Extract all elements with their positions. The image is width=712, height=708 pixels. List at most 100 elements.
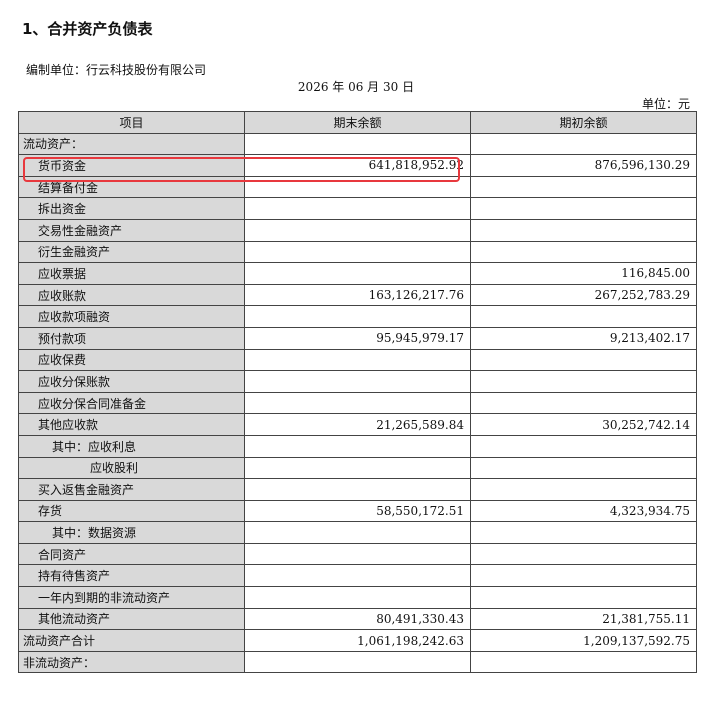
header-beginning-balance: 期初余额 xyxy=(470,111,697,134)
row-label: 其中：数据资源 xyxy=(18,521,245,544)
row-label: 结算备付金 xyxy=(18,175,245,199)
beginning-balance-cell: 116,845.00 xyxy=(470,262,697,285)
beginning-balance-cell: 876,596,130.29 xyxy=(470,154,697,177)
table-row: 应收款项融资 xyxy=(18,305,697,328)
beginning-balance-cell xyxy=(470,391,697,415)
table-row: 应收保费 xyxy=(18,348,697,372)
beginning-balance-cell: 21,381,755.11 xyxy=(470,607,697,631)
ending-balance-cell xyxy=(244,478,471,501)
ending-balance-cell: 80,491,330.43 xyxy=(244,607,471,631)
table-header-row: 项目 期末余额 期初余额 xyxy=(18,111,697,134)
ending-balance-cell xyxy=(244,456,471,480)
row-label: 非流动资产： xyxy=(18,650,245,674)
table-row: 存货 58,550,172.51 4,323,934.75 xyxy=(18,499,697,523)
beginning-balance-cell xyxy=(470,434,697,458)
row-label: 流动资产合计 xyxy=(18,629,245,652)
row-label: 交易性金融资产 xyxy=(18,218,245,242)
row-label: 存货 xyxy=(18,499,245,523)
ending-balance-cell xyxy=(244,391,471,415)
row-label: 拆出资金 xyxy=(18,197,245,220)
row-label: 应收分保合同准备金 xyxy=(18,391,245,415)
ending-balance-cell xyxy=(244,197,471,220)
table-row: 其中：数据资源 xyxy=(18,521,697,544)
beginning-balance-cell: 267,252,783.29 xyxy=(470,283,697,307)
table-row: 拆出资金 xyxy=(18,197,697,220)
company-name: 编制单位：行云科技股份有限公司 xyxy=(26,63,207,77)
ending-balance-cell xyxy=(244,370,471,393)
row-label: 衍生金融资产 xyxy=(18,240,245,264)
beginning-balance-cell xyxy=(470,478,697,501)
beginning-balance-cell xyxy=(470,521,697,544)
table-row: 预付款项 95,945,979.17 9,213,402.17 xyxy=(18,326,697,350)
row-label: 其中：应收利息 xyxy=(18,434,245,458)
header-item: 项目 xyxy=(18,111,245,134)
ending-balance-cell xyxy=(244,175,471,199)
row-label: 其他流动资产 xyxy=(18,607,245,631)
ending-balance-cell xyxy=(244,521,471,544)
table-row: 非流动资产： xyxy=(18,650,697,674)
ending-balance-cell: 641,818,952.92 xyxy=(244,154,471,177)
ending-balance-cell: 163,126,217.76 xyxy=(244,283,471,307)
beginning-balance-cell: 9,213,402.17 xyxy=(470,326,697,350)
table-row: 合同资产 xyxy=(18,542,697,566)
ending-balance-cell xyxy=(244,348,471,372)
beginning-balance-cell: 30,252,742.14 xyxy=(470,413,697,436)
row-label: 其他应收款 xyxy=(18,413,245,436)
ending-balance-cell xyxy=(244,218,471,242)
table-row: 流动资产： xyxy=(18,132,697,156)
beginning-balance-cell xyxy=(470,650,697,674)
row-label: 持有待售资产 xyxy=(18,564,245,588)
row-label: 预付款项 xyxy=(18,326,245,350)
ending-balance-cell xyxy=(244,305,471,328)
row-label: 合同资产 xyxy=(18,542,245,566)
table-row: 交易性金融资产 xyxy=(18,218,697,242)
header-ending-balance: 期末余额 xyxy=(244,111,471,134)
report-date: 2026 年 06 月 30 日 xyxy=(297,80,415,94)
ending-balance-cell xyxy=(244,586,471,609)
ending-balance-cell: 1,061,198,242.63 xyxy=(244,629,471,652)
beginning-balance-cell xyxy=(470,132,697,156)
beginning-balance-cell xyxy=(470,370,697,393)
ending-balance-cell xyxy=(244,542,471,566)
table-row: 其他流动资产 80,491,330.43 21,381,755.11 xyxy=(18,607,697,631)
row-label: 买入返售金融资产 xyxy=(18,478,245,501)
ending-balance-cell: 58,550,172.51 xyxy=(244,499,471,523)
row-label: 流动资产： xyxy=(18,132,245,156)
table-row: 应收股利 xyxy=(18,456,697,480)
row-label: 应收分保账款 xyxy=(18,370,245,393)
row-label: 应收保费 xyxy=(18,348,245,372)
table-row: 应收账款 163,126,217.76 267,252,783.29 xyxy=(18,283,697,307)
table-row: 其他应收款 21,265,589.84 30,252,742.14 xyxy=(18,413,697,436)
table-row: 应收票据 116,845.00 xyxy=(18,262,697,285)
beginning-balance-cell xyxy=(470,456,697,480)
ending-balance-cell xyxy=(244,240,471,264)
beginning-balance-cell xyxy=(470,197,697,220)
table-row: 应收分保账款 xyxy=(18,370,697,393)
section-title: 1、合并资产负债表 xyxy=(22,20,153,38)
row-label: 应收款项融资 xyxy=(18,305,245,328)
ending-balance-cell xyxy=(244,650,471,674)
balance-sheet-table: 项目 期末余额 期初余额 流动资产： 货币资金 641,818,952.92 876,… xyxy=(18,111,697,674)
table-row: 一年内到期的非流动资产 xyxy=(18,586,697,609)
ending-balance-cell xyxy=(244,434,471,458)
beginning-balance-cell xyxy=(470,175,697,199)
ending-balance-cell xyxy=(244,564,471,588)
row-label: 应收账款 xyxy=(18,283,245,307)
table-row: 其中：应收利息 xyxy=(18,434,697,458)
beginning-balance-cell xyxy=(470,240,697,264)
row-label: 一年内到期的非流动资产 xyxy=(18,586,245,609)
beginning-balance-cell xyxy=(470,348,697,372)
ending-balance-cell xyxy=(244,262,471,285)
table-row: 买入返售金融资产 xyxy=(18,478,697,501)
beginning-balance-cell: 1,209,137,592.75 xyxy=(470,629,697,652)
beginning-balance-cell xyxy=(470,564,697,588)
beginning-balance-cell xyxy=(470,542,697,566)
table-row: 持有待售资产 xyxy=(18,564,697,588)
row-label: 应收票据 xyxy=(18,262,245,285)
beginning-balance-cell xyxy=(470,305,697,328)
row-label: 应收股利 xyxy=(18,456,245,480)
table-row: 应收分保合同准备金 xyxy=(18,391,697,415)
ending-balance-cell: 21,265,589.84 xyxy=(244,413,471,436)
table-row: 流动资产合计 1,061,198,242.63 1,209,137,592.75 xyxy=(18,629,697,652)
beginning-balance-cell: 4,323,934.75 xyxy=(470,499,697,523)
